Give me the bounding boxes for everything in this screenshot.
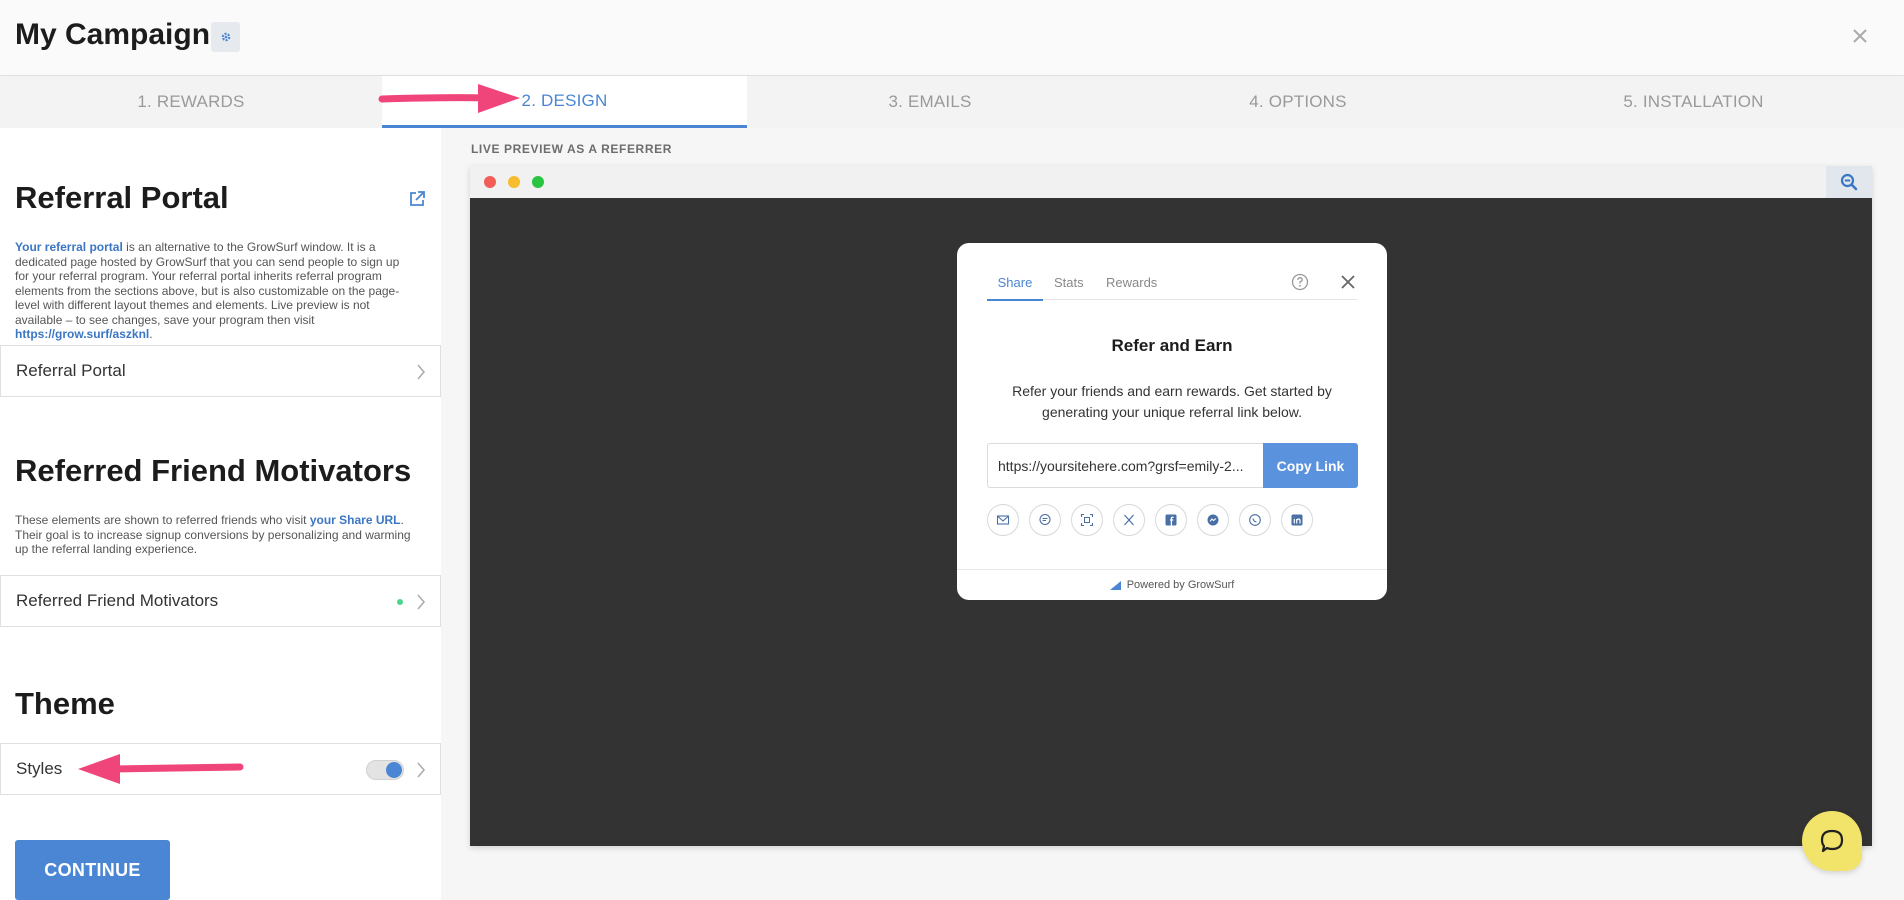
growsurf-logo-icon bbox=[1109, 580, 1121, 590]
preview-label: LIVE PREVIEW AS A REFERRER bbox=[471, 142, 672, 156]
status-dot bbox=[397, 599, 403, 605]
chevron-right-icon bbox=[417, 762, 425, 778]
motivators-description: These elements are shown to referred fri… bbox=[15, 513, 411, 556]
close-icon[interactable] bbox=[1846, 22, 1874, 50]
gear-icon[interactable] bbox=[211, 22, 240, 52]
external-link-icon[interactable] bbox=[408, 190, 426, 213]
modal-title: Refer and Earn bbox=[1111, 336, 1233, 355]
green-dot bbox=[532, 176, 544, 188]
facebook-icon[interactable] bbox=[1155, 504, 1187, 536]
modal-footer: Powered by GrowSurf bbox=[957, 569, 1387, 600]
email-icon[interactable] bbox=[987, 504, 1019, 536]
modal-tabs: Share Stats Rewards bbox=[987, 265, 1357, 301]
annotation-arrow-design bbox=[378, 84, 520, 113]
chevron-right-icon bbox=[417, 594, 425, 610]
linkedin-icon[interactable] bbox=[1281, 504, 1313, 536]
chat-bubble-icon bbox=[1820, 829, 1844, 853]
referral-portal-title: Referral Portal bbox=[15, 180, 229, 215]
referral-modal: Share Stats Rewards Refer and Earn Refer… bbox=[957, 243, 1387, 600]
chat-support-button[interactable] bbox=[1802, 811, 1862, 871]
tab-installation[interactable]: 5. INSTALLATION bbox=[1483, 76, 1904, 128]
messenger-icon[interactable] bbox=[1197, 504, 1229, 536]
referral-portal-description: Your referral portal is an alternative t… bbox=[15, 240, 400, 341]
zoom-out-icon[interactable] bbox=[1826, 166, 1872, 198]
help-icon[interactable] bbox=[1291, 273, 1309, 291]
referral-link-input[interactable]: https://yoursitehere.com?grsf=emily-2... bbox=[987, 443, 1263, 488]
modal-tab-rewards[interactable]: Rewards bbox=[1106, 265, 1157, 300]
referral-portal-link[interactable]: Your referral portal bbox=[15, 240, 123, 254]
x-icon[interactable] bbox=[1113, 504, 1145, 536]
modal-tab-stats[interactable]: Stats bbox=[1054, 265, 1084, 300]
modal-tab-share[interactable]: Share bbox=[987, 265, 1043, 301]
copy-link-button[interactable]: Copy Link bbox=[1263, 443, 1358, 488]
motivators-title: Referred Friend Motivators bbox=[15, 453, 412, 488]
motivators-row[interactable]: Referred Friend Motivators bbox=[0, 575, 441, 627]
whatsapp-icon[interactable] bbox=[1239, 504, 1271, 536]
tab-options[interactable]: 4. OPTIONS bbox=[1113, 76, 1483, 128]
referral-portal-row[interactable]: Referral Portal bbox=[0, 345, 441, 397]
chevron-right-icon bbox=[417, 364, 425, 380]
browser-bar bbox=[470, 166, 1872, 198]
qr-icon[interactable] bbox=[1071, 504, 1103, 536]
sms-icon[interactable] bbox=[1029, 504, 1061, 536]
red-dot bbox=[484, 176, 496, 188]
close-icon[interactable] bbox=[1339, 273, 1357, 291]
page-title: My Campaign bbox=[15, 18, 211, 51]
yellow-dot bbox=[508, 176, 520, 188]
tab-rewards[interactable]: 1. REWARDS bbox=[0, 76, 382, 128]
tab-emails[interactable]: 3. EMAILS bbox=[747, 76, 1113, 128]
continue-button[interactable]: CONTINUE bbox=[15, 840, 170, 900]
modal-description: Refer your friends and earn rewards. Get… bbox=[1012, 383, 1332, 420]
theme-title: Theme bbox=[15, 686, 115, 721]
toggle-knob bbox=[386, 762, 402, 778]
annotation-arrow-styles bbox=[78, 754, 244, 784]
step-tabs: 1. REWARDS 2. DESIGN 3. EMAILS 4. OPTION… bbox=[0, 76, 1904, 128]
header: My Campaign bbox=[0, 0, 1904, 76]
share-url-link[interactable]: your Share URL bbox=[310, 513, 401, 527]
portal-url-link[interactable]: https://grow.surf/aszknl bbox=[15, 327, 149, 341]
styles-toggle[interactable] bbox=[366, 760, 404, 780]
